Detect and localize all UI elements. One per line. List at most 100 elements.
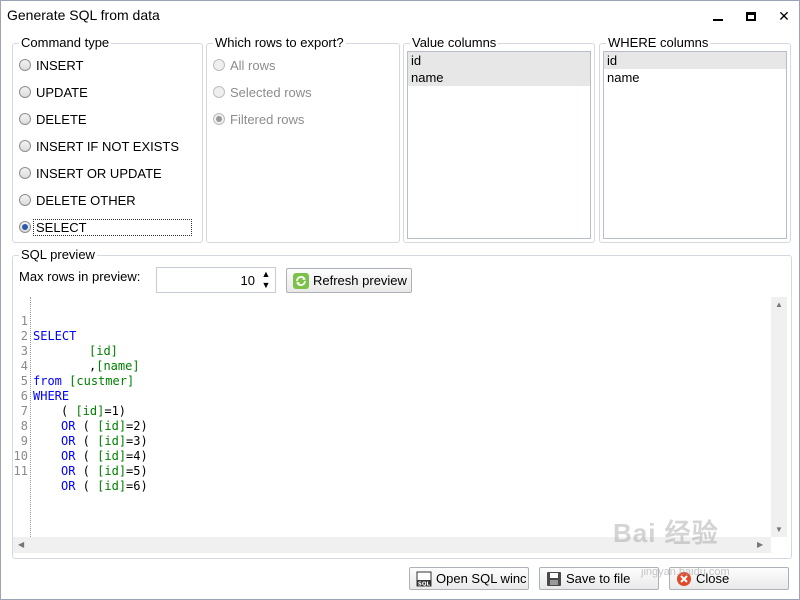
code-line: 4 from [custmer]: [13, 344, 134, 388]
code-line: 7 OR ( [id]=2): [13, 389, 148, 433]
code-line: 5 WHERE: [13, 359, 69, 403]
minimize-button[interactable]: [701, 1, 735, 31]
where-columns-title: WHERE columns: [606, 35, 711, 51]
radio-label: All rows: [230, 57, 276, 73]
sql-identifier: [name]: [96, 359, 140, 373]
radio-checked-icon: [213, 113, 225, 125]
code-line: 10 OR ( [id]=5): [13, 434, 148, 478]
where-columns-list[interactable]: id name: [603, 51, 787, 239]
sql-text: =6): [126, 479, 148, 493]
radio-label: Filtered rows: [230, 111, 305, 127]
sql-text: =2): [126, 419, 148, 433]
code-line: 1 SELECT: [13, 299, 77, 343]
sql-identifier: [id]: [97, 464, 127, 478]
sql-file-icon: SQL: [416, 571, 432, 587]
radio-all-rows[interactable]: All rows: [213, 56, 276, 74]
radio-selected-rows[interactable]: Selected rows: [213, 83, 312, 101]
list-item-id[interactable]: id: [604, 52, 786, 69]
code-line: 11 OR ( [id]=6): [13, 449, 148, 493]
stepper-arrows: ▲ ▼: [260, 269, 272, 291]
window-title: Generate SQL from data: [7, 7, 160, 23]
radio-filtered-rows[interactable]: Filtered rows: [213, 110, 304, 128]
minimize-icon: [713, 19, 723, 21]
radio-insert[interactable]: INSERT: [19, 56, 83, 74]
rows-export-title: Which rows to export?: [213, 35, 346, 51]
sql-keyword: OR: [61, 479, 76, 493]
code-line: 3 ,[name]: [13, 329, 140, 373]
radio-select[interactable]: SELECT: [19, 218, 192, 236]
sql-identifier: [id]: [97, 434, 127, 448]
sql-text: (: [75, 464, 98, 478]
save-label: Save to file: [566, 571, 631, 586]
radio-insert-if-not-exists[interactable]: INSERT IF NOT EXISTS: [19, 137, 179, 155]
radio-label: INSERT IF NOT EXISTS: [36, 138, 180, 154]
sql-identifier: [id]: [75, 404, 105, 418]
refresh-icon: [293, 272, 309, 289]
sql-identifier: [id]: [89, 344, 118, 358]
value-columns-list[interactable]: id name: [407, 51, 591, 239]
radio-label: UPDATE: [36, 84, 88, 100]
refresh-preview-button[interactable]: Refresh preview: [286, 268, 412, 293]
watermark-url: jingyan.baidu.com: [641, 566, 730, 578]
maximize-icon: [746, 11, 756, 21]
radio-label: Selected rows: [230, 84, 312, 100]
title-bar[interactable]: Generate SQL from data ✕: [1, 1, 799, 31]
chevron-down-icon[interactable]: ▼: [260, 280, 272, 291]
close-window-button[interactable]: ✕: [767, 1, 800, 31]
radio-label: INSERT OR UPDATE: [36, 165, 162, 181]
maximize-button[interactable]: [734, 1, 768, 31]
max-rows-stepper[interactable]: 10 ▲ ▼: [156, 267, 276, 293]
max-rows-value: 10: [240, 273, 255, 288]
code-line: 8 OR ( [id]=3): [13, 404, 148, 448]
scroll-left-icon[interactable]: ◀: [18, 540, 24, 549]
value-columns-title: Value columns: [410, 35, 499, 51]
sql-identifier: [id]: [97, 449, 127, 463]
radio-delete[interactable]: DELETE: [19, 110, 87, 128]
value-columns-group: Value columns id name: [403, 35, 595, 243]
vertical-scrollbar[interactable]: ▲ ▼: [771, 297, 787, 537]
sql-text: (: [75, 434, 98, 448]
sql-preview-title: SQL preview: [19, 247, 97, 263]
radio-label: DELETE OTHER: [36, 192, 136, 208]
sql-text: =5): [126, 464, 148, 478]
max-rows-label: Max rows in preview:: [19, 269, 141, 284]
sql-keyword: OR: [61, 434, 76, 448]
radio-label: DELETE: [36, 111, 87, 127]
list-item-name[interactable]: name: [408, 69, 590, 86]
radio-icon: [19, 59, 31, 71]
sql-text: (: [75, 479, 98, 493]
scroll-up-icon[interactable]: ▲: [775, 300, 783, 309]
scroll-right-icon[interactable]: ▶: [757, 540, 763, 549]
code-line: 6 ( [id]=1): [13, 374, 126, 418]
where-columns-group: WHERE columns id name: [599, 35, 791, 243]
list-item-id[interactable]: id: [408, 52, 590, 69]
radio-icon: [19, 194, 31, 206]
save-icon: [547, 571, 561, 586]
list-item-name[interactable]: name: [604, 69, 786, 86]
open-sql-window-button[interactable]: SQL Open SQL winc: [409, 567, 529, 590]
radio-icon: [19, 140, 31, 152]
sql-identifier: [id]: [97, 419, 127, 433]
radio-update[interactable]: UPDATE: [19, 83, 88, 101]
radio-icon: [19, 113, 31, 125]
sql-text: (: [61, 404, 76, 418]
radio-icon: [213, 59, 225, 71]
watermark-logo: Bai 经验: [613, 518, 719, 548]
radio-label: INSERT: [36, 57, 84, 73]
radio-icon: [19, 167, 31, 179]
sql-text: =4): [126, 449, 148, 463]
radio-insert-or-update[interactable]: INSERT OR UPDATE: [19, 164, 162, 182]
close-icon: ✕: [778, 7, 790, 24]
sql-keyword: OR: [61, 419, 76, 433]
generate-sql-window: Generate SQL from data ✕ Command type IN…: [0, 0, 800, 600]
radio-checked-icon: [19, 221, 31, 233]
radio-icon: [213, 86, 225, 98]
open-sql-label: Open SQL winc: [436, 571, 527, 586]
command-type-group: Command type INSERT UPDATE DELETE INSERT…: [12, 35, 203, 243]
scroll-down-icon[interactable]: ▼: [775, 525, 783, 534]
sql-text: =1): [104, 404, 127, 418]
code-line: 9 OR ( [id]=4): [13, 419, 148, 463]
radio-icon: [19, 86, 31, 98]
radio-delete-other[interactable]: DELETE OTHER: [19, 191, 136, 209]
chevron-up-icon[interactable]: ▲: [260, 269, 272, 280]
